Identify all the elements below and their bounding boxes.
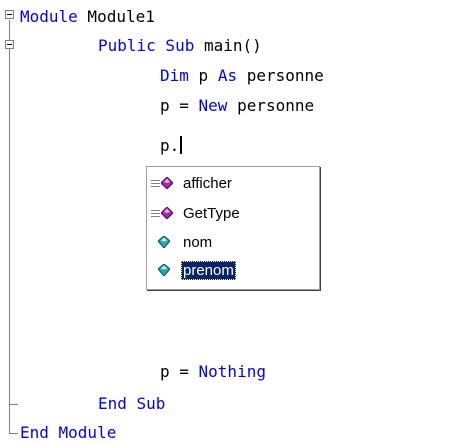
outline-line-module-end <box>9 433 18 434</box>
code-line-nothing[interactable]: p = Nothing <box>160 362 266 382</box>
intellisense-popup[interactable]: afficher GetType nom prenom <box>146 166 320 290</box>
assign-nothing-target: p = <box>160 362 199 381</box>
keyword-nothing: Nothing <box>198 362 266 381</box>
code-line-dim[interactable]: Dim p As personne <box>160 66 324 86</box>
code-line-module[interactable]: Module Module1 <box>20 7 155 27</box>
member-access-text: p. <box>160 136 180 155</box>
keyword-new: New <box>198 96 228 115</box>
keyword-public-sub: Public Sub <box>98 36 195 55</box>
new-type: personne <box>227 96 315 115</box>
code-line-sub[interactable]: Public Sub main() <box>98 36 262 56</box>
assign-target: p = <box>160 96 199 115</box>
keyword-end-sub: End Sub <box>98 394 166 413</box>
completion-label: afficher <box>183 174 232 192</box>
collapse-module-icon[interactable] <box>5 10 14 19</box>
keyword-dim: Dim <box>160 66 189 85</box>
keyword-as: As <box>217 66 238 85</box>
outline-line-sub-end <box>9 404 18 405</box>
module-name: Module1 <box>77 7 155 26</box>
completion-label: prenom <box>181 260 236 280</box>
code-line-member-access[interactable]: p. <box>160 136 183 156</box>
method-icon <box>149 175 181 191</box>
completion-item-afficher[interactable]: afficher <box>149 172 317 194</box>
completion-label: GetType <box>183 204 240 222</box>
text-caret <box>180 136 183 154</box>
code-line-end-module[interactable]: End Module <box>20 423 116 443</box>
keyword-module: Module <box>20 7 78 26</box>
keyword-end-module: End Module <box>20 423 117 442</box>
code-line-new[interactable]: p = New personne <box>160 96 314 116</box>
dim-variable: p <box>188 66 218 85</box>
completion-label: nom <box>183 233 213 251</box>
completion-item-nom[interactable]: nom <box>149 231 317 253</box>
completion-item-prenom[interactable]: prenom <box>149 259 317 281</box>
field-icon <box>149 234 181 250</box>
field-icon <box>149 262 181 278</box>
code-line-end-sub[interactable]: End Sub <box>98 394 165 414</box>
dim-type: personne <box>237 66 324 85</box>
completion-item-gettype[interactable]: GetType <box>149 202 317 224</box>
method-icon <box>149 205 181 221</box>
outline-line-module <box>9 20 10 433</box>
collapse-sub-icon[interactable] <box>5 40 14 49</box>
sub-signature: main() <box>194 36 262 55</box>
